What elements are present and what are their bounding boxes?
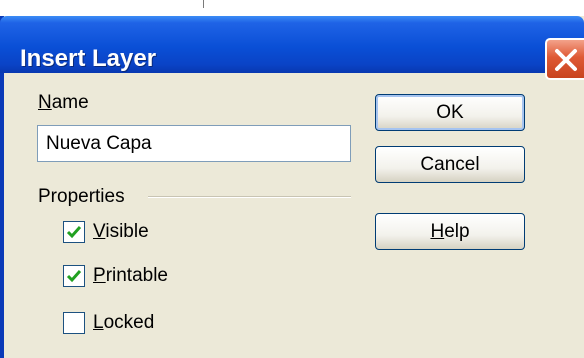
locked-checkbox[interactable] [63, 312, 85, 334]
checkmark-icon [66, 226, 82, 239]
close-button[interactable] [545, 38, 584, 80]
visible-checkbox-row[interactable]: Visible [63, 220, 149, 244]
visible-label-rest: isible [105, 221, 149, 242]
help-button-rest: elp [444, 220, 470, 242]
printable-checkbox[interactable] [63, 265, 85, 287]
ok-button[interactable]: OK [375, 94, 525, 131]
close-icon [555, 49, 577, 71]
help-button-mnemonic: H [430, 220, 445, 242]
cancel-button[interactable]: Cancel [375, 146, 525, 183]
background-strip [0, 0, 584, 16]
printable-label: Printable [93, 265, 168, 287]
checkmark-icon [66, 270, 82, 283]
properties-group-divider [148, 196, 351, 198]
printable-checkbox-row[interactable]: Printable [63, 264, 168, 288]
visible-label-mnemonic: V [93, 221, 106, 242]
visible-label: Visible [93, 221, 149, 243]
locked-checkbox-row[interactable]: Locked [63, 311, 154, 335]
background-tick [203, 0, 204, 8]
dialog-title: Insert Layer [20, 45, 157, 72]
name-label: Name [38, 92, 89, 114]
name-input[interactable] [37, 125, 351, 162]
locked-label-rest: ocked [103, 312, 155, 333]
properties-group-label: Properties [38, 186, 125, 207]
locked-label-mnemonic: L [93, 312, 104, 333]
visible-checkbox[interactable] [63, 221, 85, 243]
printable-label-mnemonic: P [93, 265, 106, 286]
locked-label: Locked [93, 312, 154, 334]
help-button[interactable]: Help [375, 213, 525, 250]
name-label-mnemonic: N [38, 92, 52, 113]
printable-label-rest: rintable [105, 265, 169, 286]
title-bar[interactable]: Insert Layer [0, 16, 584, 80]
name-label-rest: ame [51, 92, 89, 113]
